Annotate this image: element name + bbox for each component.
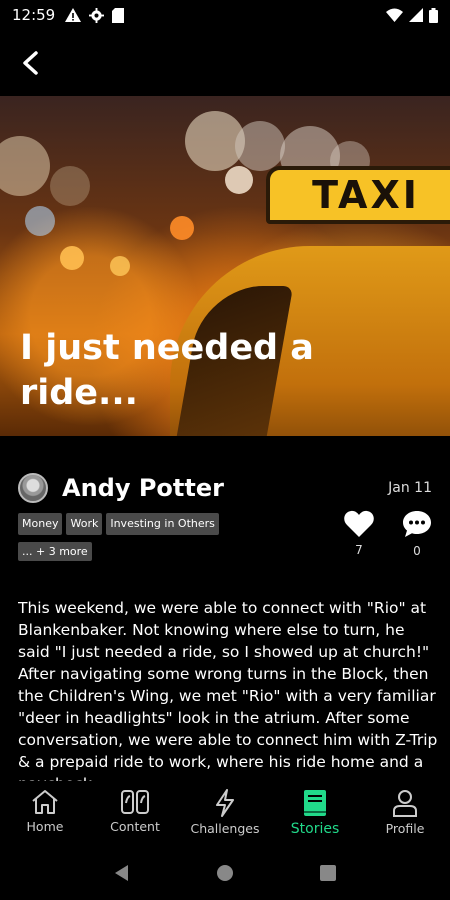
like-button[interactable]: 7 <box>342 510 376 558</box>
system-recents-icon[interactable] <box>319 864 337 882</box>
settings-icon <box>89 7 105 23</box>
book-icon <box>304 790 326 816</box>
nav-label-challenges: Challenges <box>190 821 260 836</box>
nav-item-home[interactable]: Home <box>0 781 90 845</box>
system-back-icon[interactable] <box>113 864 131 882</box>
person-icon <box>393 790 417 817</box>
nav-item-challenges[interactable]: Challenges <box>180 781 270 845</box>
tag-list: Money Work Investing in Others <box>18 513 318 535</box>
tag-chip[interactable]: Money <box>18 513 63 535</box>
quote-icon <box>121 790 149 814</box>
story-title: I just needed a ride... <box>20 328 314 413</box>
nav-label-stories: Stories <box>290 821 340 837</box>
story-hero-image: TAXI I just needed a ride... <box>0 96 450 436</box>
lightning-icon <box>216 789 234 817</box>
tag-chip[interactable]: Investing in Others <box>106 513 219 535</box>
nav-label-content: Content <box>110 819 160 834</box>
status-time: 12:59 <box>12 6 56 24</box>
signal-icon <box>409 8 423 22</box>
system-home-icon[interactable] <box>216 864 234 882</box>
nav-item-content[interactable]: Content <box>90 781 180 845</box>
tag-chip[interactable]: Work <box>66 513 103 535</box>
sd-card-icon <box>112 7 125 23</box>
author-row: Andy Potter Jan 11 <box>18 470 432 506</box>
story-actions: 7 0 <box>342 510 434 558</box>
battery-icon <box>429 7 438 23</box>
comment-button[interactable]: 0 <box>400 510 434 558</box>
nav-label-home: Home <box>26 819 64 834</box>
top-app-bar <box>0 30 450 96</box>
author-name[interactable]: Andy Potter <box>62 474 224 502</box>
wifi-icon <box>386 8 403 22</box>
status-bar: 12:59 <box>0 0 450 30</box>
bottom-navigation: Home Content Challenges Stories Profile <box>0 781 450 845</box>
back-button[interactable] <box>4 36 58 90</box>
home-icon <box>32 790 58 814</box>
story-date: Jan 11 <box>388 480 432 496</box>
system-navigation <box>0 845 450 900</box>
taxi-sign: TAXI <box>266 166 450 224</box>
like-count: 7 <box>355 543 363 557</box>
taxi-sign-text: TAXI <box>312 173 420 217</box>
heart-icon <box>344 510 374 537</box>
nav-item-stories[interactable]: Stories <box>270 781 360 845</box>
nav-label-profile: Profile <box>385 821 425 836</box>
story-body-text: This weekend, we were able to connect wi… <box>18 599 438 781</box>
comment-icon <box>403 511 431 537</box>
comment-count: 0 <box>413 544 421 558</box>
back-arrow-icon <box>23 51 38 75</box>
more-tags-chip[interactable]: ... + 3 more <box>18 542 92 561</box>
alert-icon <box>65 8 82 22</box>
author-avatar[interactable] <box>18 473 48 503</box>
nav-item-profile[interactable]: Profile <box>360 781 450 845</box>
